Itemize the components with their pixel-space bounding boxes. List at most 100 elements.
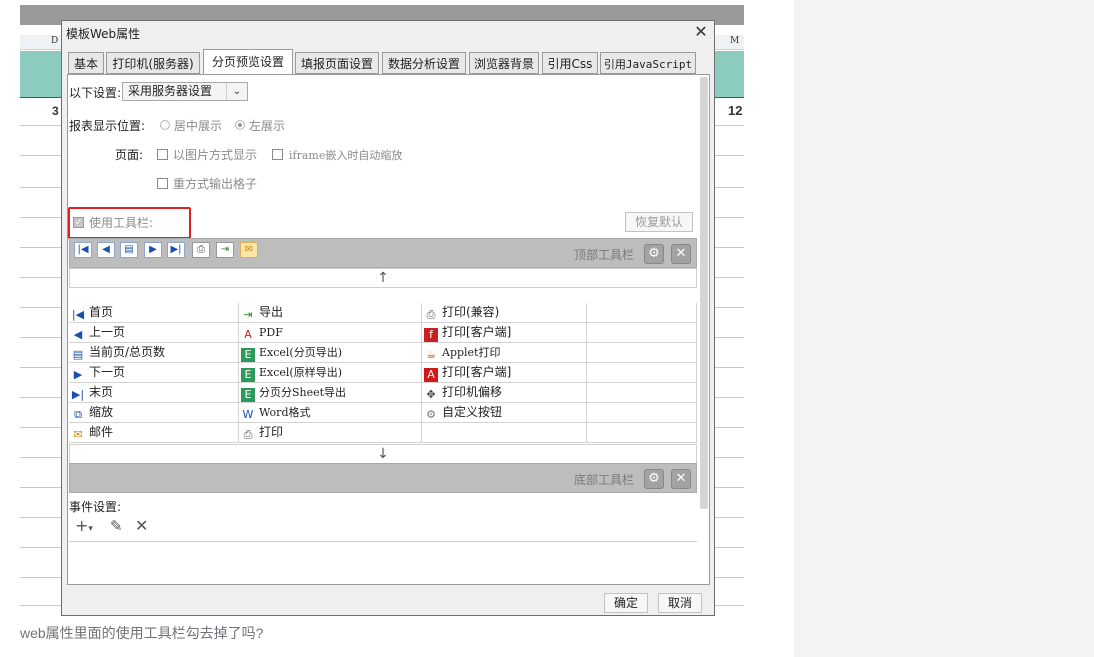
bottom-toolbar: 底部工具栏 ⚙ ✕ bbox=[69, 463, 697, 493]
vertical-scrollbar[interactable] bbox=[700, 77, 708, 509]
close-icon[interactable]: ✕ bbox=[690, 22, 712, 42]
tab-printer-server[interactable]: 打印机(服务器) bbox=[106, 52, 200, 74]
dialog-title: 模板Web属性 bbox=[66, 27, 141, 41]
edit-icon[interactable]: ✎ bbox=[110, 517, 123, 535]
list-item-export[interactable]: ⇥ 导出 bbox=[239, 303, 422, 323]
list-item-empty bbox=[422, 423, 587, 443]
list-item-word[interactable]: W Word格式 bbox=[239, 403, 422, 423]
tab-css-label: 引用Css bbox=[547, 57, 593, 71]
next-page-icon[interactable]: ▶ bbox=[144, 242, 162, 258]
print-icon: ⎙ bbox=[426, 308, 436, 321]
arrow-up-icon: ↑ bbox=[377, 270, 389, 286]
list-item-empty bbox=[587, 383, 697, 403]
list-item-zoom[interactable]: ⧉ 缩放 bbox=[69, 403, 239, 423]
remove-icon[interactable]: ✕ bbox=[671, 469, 691, 489]
list-item-label: Applet打印 bbox=[442, 346, 501, 359]
check-image-box[interactable] bbox=[157, 149, 168, 160]
row-number-left: 3 bbox=[52, 104, 59, 118]
list-item-label: 打印[客户端] bbox=[442, 365, 512, 379]
radio-center-label: 居中展示 bbox=[174, 119, 223, 133]
list-item-prev-page[interactable]: ◀ 上一页 bbox=[69, 323, 239, 343]
list-item-print-client-flash[interactable]: f 打印[客户端] bbox=[422, 323, 587, 343]
list-item-last-page[interactable]: ▶| 末页 bbox=[69, 383, 239, 403]
list-item-printer-offset[interactable]: ✥ 打印机偏移 bbox=[422, 383, 587, 403]
list-item-excel-sheet[interactable]: E 分页分Sheet导出 bbox=[239, 383, 422, 403]
list-item-label: 自定义按钮 bbox=[442, 405, 503, 419]
event-settings-label: 事件设置: bbox=[69, 500, 122, 514]
tab-browser-bg[interactable]: 浏览器背景 bbox=[469, 52, 539, 74]
java-icon: ☕ bbox=[426, 348, 436, 361]
page-label: 页面: bbox=[115, 148, 144, 162]
list-item-print-client-pdf[interactable]: A 打印[客户端] bbox=[422, 363, 587, 383]
list-item-empty bbox=[587, 423, 697, 443]
use-toolbar-checkbox[interactable]: ✓ bbox=[73, 217, 84, 228]
settings-select-value: 采用服务器设置 bbox=[128, 84, 213, 98]
web-properties-dialog: 模板Web属性 ✕ 基本 打印机(服务器) 分页预览设置 填报页面设置 数据分析… bbox=[61, 20, 715, 616]
check-iframe-box[interactable] bbox=[272, 149, 283, 160]
list-item-label: 打印(兼容) bbox=[442, 305, 500, 319]
export-icon[interactable]: ⇥ bbox=[216, 242, 234, 258]
list-item-empty bbox=[587, 343, 697, 363]
list-item-label: 分页分Sheet导出 bbox=[259, 386, 347, 399]
page-count-icon[interactable]: ▤ bbox=[120, 242, 138, 258]
radio-left[interactable] bbox=[235, 120, 245, 130]
column-d-label: D bbox=[51, 36, 59, 46]
list-item-empty bbox=[587, 403, 697, 423]
list-item-applet-print[interactable]: ☕ Applet打印 bbox=[422, 343, 587, 363]
event-list-area[interactable] bbox=[69, 541, 697, 588]
move-up-row[interactable]: ↑ bbox=[69, 268, 697, 288]
list-item-label: 上一页 bbox=[89, 325, 126, 339]
tab-page-preview[interactable]: 分页预览设置 bbox=[203, 49, 293, 75]
radio-left-label: 左展示 bbox=[249, 119, 286, 133]
chevron-down-icon: ⌄ bbox=[226, 83, 247, 100]
add-icon[interactable]: +▾ bbox=[75, 516, 93, 535]
list-item-first-page[interactable]: |◀ 首页 bbox=[69, 303, 239, 323]
row-number-right: 12 bbox=[728, 103, 743, 118]
delete-icon[interactable]: ✕ bbox=[135, 516, 148, 535]
tab-fill-page[interactable]: 填报页面设置 bbox=[295, 52, 379, 74]
prev-page-icon[interactable]: ◀ bbox=[97, 242, 115, 258]
gear-icon[interactable]: ⚙ bbox=[644, 244, 664, 264]
tab-basic[interactable]: 基本 bbox=[68, 52, 104, 74]
tab-css[interactable]: 引用Css bbox=[542, 52, 598, 74]
top-toolbar-label: 顶部工具栏 bbox=[573, 248, 634, 262]
arrow-down-icon: ↓ bbox=[377, 446, 389, 462]
email-icon[interactable]: ✉ bbox=[240, 242, 258, 258]
check-image-label: 以图片方式显示 bbox=[173, 148, 258, 162]
list-item-next-page[interactable]: ▶ 下一页 bbox=[69, 363, 239, 383]
next-page-icon: ▶ bbox=[73, 368, 83, 381]
list-item-print-compat[interactable]: ⎙ 打印(兼容) bbox=[422, 303, 587, 323]
list-item-page-count[interactable]: ▤ 当前页/总页数 bbox=[69, 343, 239, 363]
last-page-icon[interactable]: ▶| bbox=[167, 242, 185, 258]
cancel-button[interactable]: 取消 bbox=[658, 593, 702, 613]
list-item-email[interactable]: ✉ 邮件 bbox=[69, 423, 239, 443]
radio-center[interactable] bbox=[160, 120, 170, 130]
print-icon: ⎙ bbox=[243, 428, 253, 441]
excel-icon: E bbox=[241, 368, 255, 382]
print-icon[interactable]: ⎙ bbox=[192, 242, 210, 258]
settings-select[interactable]: 采用服务器设置 ⌄ bbox=[122, 82, 248, 101]
check-repeat-box[interactable] bbox=[157, 178, 168, 189]
move-down-row[interactable]: ↓ bbox=[69, 444, 697, 464]
tab-javascript[interactable]: 引用JavaScript bbox=[600, 52, 696, 74]
list-item-custom-button[interactable]: ⚙ 自定义按钮 bbox=[422, 403, 587, 423]
list-item-pdf[interactable]: A PDF bbox=[239, 323, 422, 343]
check-repeat-label: 重方式输出格子 bbox=[173, 177, 258, 191]
list-item-label: Word格式 bbox=[259, 406, 311, 419]
first-page-icon[interactable]: |◀ bbox=[74, 242, 92, 258]
excel-icon: E bbox=[241, 388, 255, 402]
list-item-print[interactable]: ⎙ 打印 bbox=[239, 423, 422, 443]
list-item-excel-page[interactable]: E Excel(分页导出) bbox=[239, 343, 422, 363]
gear-icon[interactable]: ⚙ bbox=[644, 469, 664, 489]
ok-button[interactable]: 确定 bbox=[604, 593, 648, 613]
word-icon: W bbox=[242, 408, 254, 421]
pdf-icon: A bbox=[424, 368, 438, 382]
list-item-label: Excel(分页导出) bbox=[259, 346, 343, 359]
toolbar-button-grid: |◀ 首页 ◀ 上一页 ▤ 当前页/总页数 ▶ 下一页 ▶| 末页 ⧉ 缩放 ✉ 邮件 ⇥ 导出… bbox=[69, 303, 697, 444]
list-item-label: 首页 bbox=[89, 305, 114, 319]
tab-data-analysis[interactable]: 数据分析设置 bbox=[382, 52, 466, 74]
remove-icon[interactable]: ✕ bbox=[671, 244, 691, 264]
list-item-excel-original[interactable]: E Excel(原样导出) bbox=[239, 363, 422, 383]
check-iframe-label: iframe嵌入时自动缩放 bbox=[289, 149, 403, 162]
restore-default-button[interactable]: 恢复默认 bbox=[625, 212, 693, 232]
